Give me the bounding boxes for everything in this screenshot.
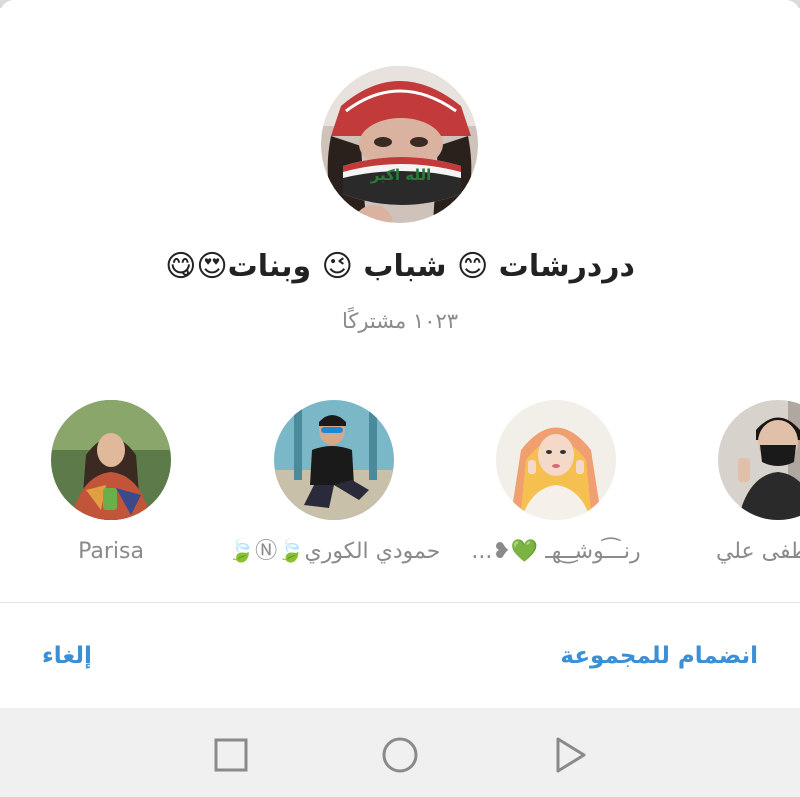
- member-name: رنــ͡ـوشـ͜ـهـ 💚❥...: [471, 539, 641, 564]
- circle-icon[interactable]: [380, 735, 420, 775]
- member-avatar: [274, 400, 394, 520]
- member-avatar: [496, 400, 616, 520]
- divider: [0, 602, 800, 603]
- cancel-button[interactable]: إلغاء: [42, 638, 92, 674]
- square-icon[interactable]: [211, 735, 251, 775]
- member-avatar: [51, 400, 171, 520]
- member-name: مصطفى علي: [715, 539, 800, 564]
- group-avatar: الله اكبر: [321, 66, 478, 223]
- join-group-button[interactable]: انضمام للمجموعة: [560, 638, 758, 674]
- member-item[interactable]: رنــ͡ـوشـ͜ـهـ 💚❥...: [441, 400, 671, 568]
- group-title: دردرشات 😊 شباب 😉 وبنات😍😋: [165, 249, 635, 284]
- member-item[interactable]: Parisa: [0, 400, 226, 568]
- subscriber-count: ١٠٢٣ مشتركًا: [341, 309, 459, 333]
- members-strip: Parisa حمودي الكوري🍃Ⓝ🍃 رنــ͡ـوشـ͜ـهـ 💚❥.…: [0, 400, 800, 580]
- member-name: Parisa: [78, 539, 144, 564]
- member-item[interactable]: مصطفى علي: [663, 400, 800, 568]
- join-group-dialog: الله اكبر دردرشات 😊 شباب 😉 وبنات😍😋 ١٠٢٣ …: [0, 0, 800, 708]
- system-navigation-bar: [0, 708, 800, 797]
- member-avatar: [718, 400, 800, 520]
- member-name: حمودي الكوري🍃Ⓝ🍃: [227, 539, 441, 564]
- member-item[interactable]: حمودي الكوري🍃Ⓝ🍃: [219, 400, 449, 568]
- svg-text:الله اكبر: الله اكبر: [370, 166, 432, 184]
- triangle-icon[interactable]: [549, 735, 589, 775]
